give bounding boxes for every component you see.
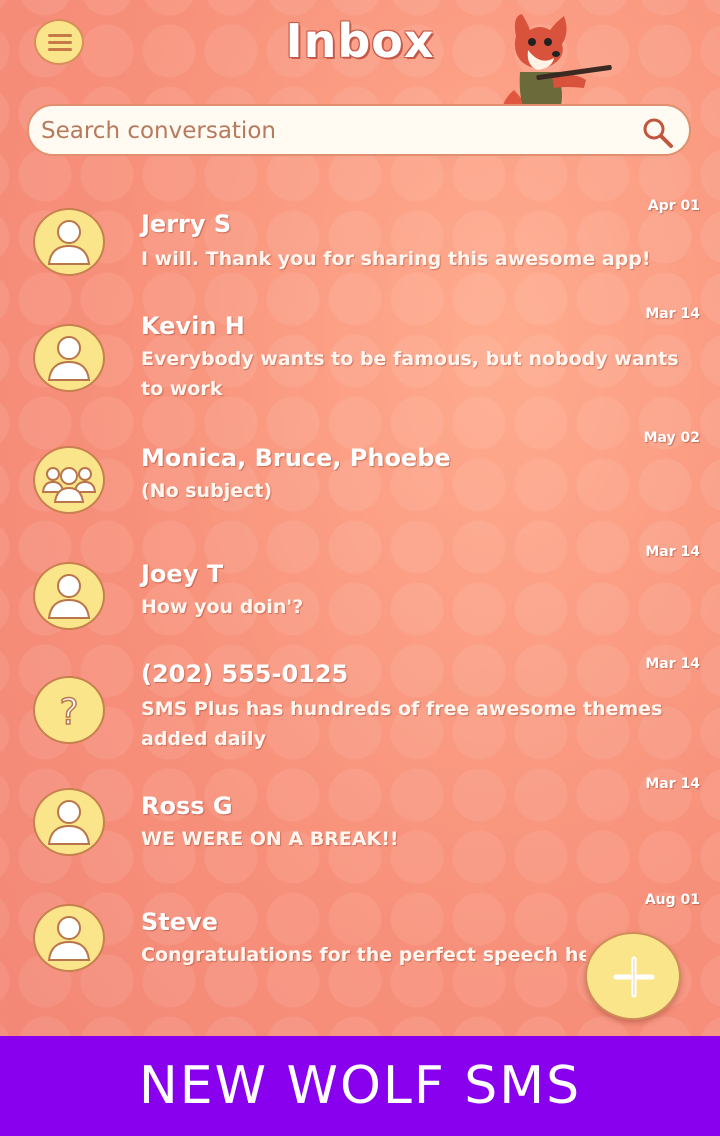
search-icon[interactable] <box>639 114 675 150</box>
promo-banner: NEW WOLF SMS <box>0 1036 720 1136</box>
conversation-snippet: WE WERE ON A BREAK!! <box>141 828 399 850</box>
search-input[interactable] <box>39 114 603 148</box>
search-bar[interactable] <box>27 104 691 156</box>
unknown-contact-icon: ? <box>33 676 105 744</box>
person-icon <box>33 562 105 630</box>
conversation-name: Ross G <box>141 792 233 820</box>
conversation-name: (202) 555-0125 <box>141 660 349 688</box>
conversation-snippet: Congratulations for the perfect speech h… <box>141 944 586 966</box>
conversation-name: Joey T <box>141 560 224 588</box>
conversation-snippet: Everybody wants to be famous, but nobody… <box>141 348 679 400</box>
conversation-snippet: I will. Thank you for sharing this aweso… <box>141 248 651 270</box>
conversation-date: Apr 01 <box>647 198 700 214</box>
background-pattern <box>0 0 720 1040</box>
menu-line <box>48 48 72 51</box>
person-icon <box>33 788 105 856</box>
conversation-name: Jerry S <box>141 210 232 238</box>
svg-text:?: ? <box>59 692 78 733</box>
conversation-date: Mar 14 <box>645 306 700 322</box>
person-icon <box>33 904 105 972</box>
conversation-date: Aug 01 <box>644 892 700 908</box>
person-icon <box>33 208 105 276</box>
conversation-snippet: (No subject) <box>141 480 273 502</box>
menu-button[interactable] <box>34 19 84 65</box>
person-icon <box>33 324 105 392</box>
conversation-name: Monica, Bruce, Phoebe <box>141 444 451 472</box>
conversation-name: Kevin H <box>141 312 245 340</box>
conversation-name: Steve <box>141 908 218 936</box>
conversation-date: Mar 14 <box>645 544 700 560</box>
page-title: Inbox <box>285 14 435 68</box>
menu-line <box>48 41 72 44</box>
conversation-snippet: How you doin'? <box>141 596 304 618</box>
conversation-date: May 02 <box>643 430 700 446</box>
new-message-button[interactable] <box>585 932 681 1020</box>
conversation-date: Mar 14 <box>645 656 700 672</box>
plus-icon <box>613 956 655 998</box>
hamburger-menu-icon <box>48 34 72 37</box>
conversation-snippet: SMS Plus has hundreds of free awesome th… <box>141 698 663 750</box>
group-icon <box>33 446 105 514</box>
conversation-date: Mar 14 <box>645 776 700 792</box>
